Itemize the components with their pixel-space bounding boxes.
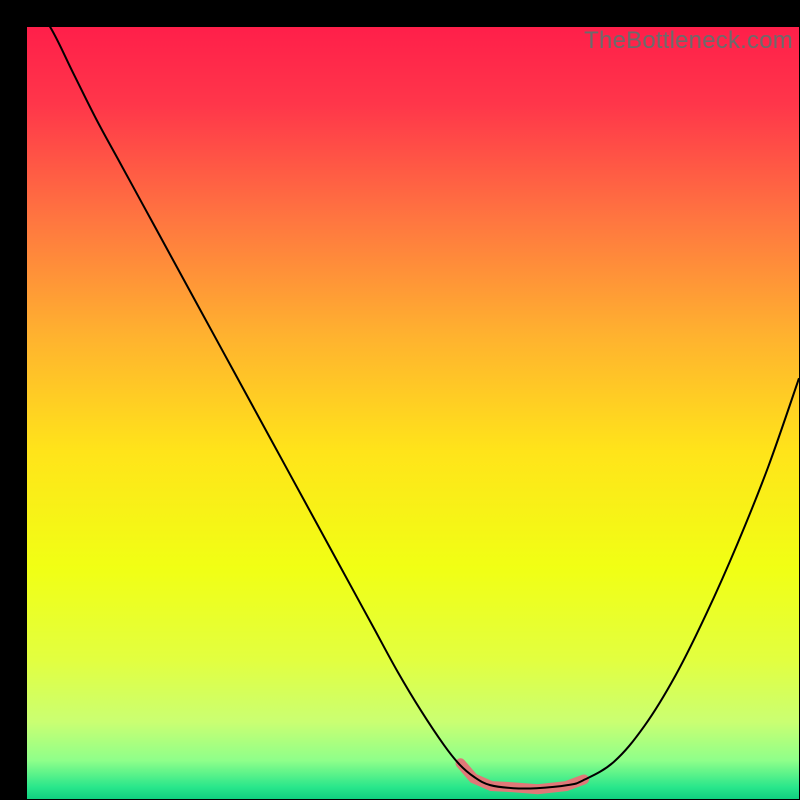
watermark-label: TheBottleneck.com [584,27,793,55]
gradient-background [27,27,799,799]
chart-plot-area: TheBottleneck.com [27,27,799,799]
chart-frame: TheBottleneck.com [13,13,787,787]
chart-svg [27,27,799,799]
